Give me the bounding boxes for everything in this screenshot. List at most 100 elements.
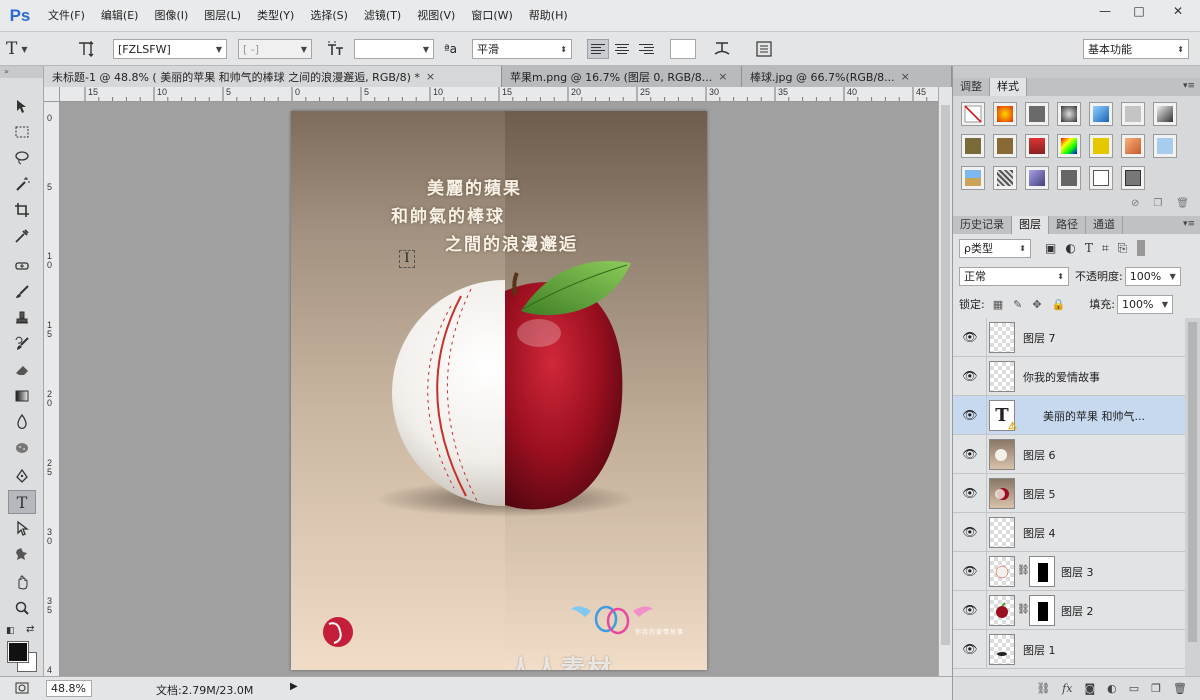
sponge-tool-icon[interactable] bbox=[8, 436, 36, 460]
document-canvas[interactable]: 美麗的蘋果 和帥氣的棒球 之間的浪漫邂逅 I 你我的爱情故事 人人素材 bbox=[291, 111, 707, 670]
tab-apple[interactable]: 苹果m.png @ 16.7% (图层 0, RGB/8... × bbox=[502, 66, 742, 87]
style-swatch[interactable] bbox=[1025, 134, 1049, 158]
zoom-tool-icon[interactable] bbox=[8, 596, 36, 620]
opacity-field[interactable]: 100% ▼ bbox=[1124, 266, 1181, 286]
panel-menu-icon[interactable]: ▾≡ bbox=[1183, 81, 1195, 91]
layer-row[interactable]: 👁 ⛓ 图层 3 bbox=[953, 552, 1185, 591]
maximize-button[interactable]: □ bbox=[1122, 0, 1156, 22]
menu-help[interactable]: 帮助(H) bbox=[521, 0, 576, 32]
tab-paths[interactable]: 路径 bbox=[1049, 216, 1086, 234]
style-swatch[interactable] bbox=[1057, 134, 1081, 158]
adjustment-layer-icon[interactable]: ◐ bbox=[1107, 682, 1117, 695]
poster-title-line-1[interactable]: 美麗的蘋果 bbox=[427, 174, 522, 199]
lock-image-icon[interactable]: ✎ bbox=[1013, 298, 1022, 311]
mask-link-icon[interactable]: ⛓ bbox=[1017, 565, 1030, 576]
menu-view[interactable]: 视图(V) bbox=[409, 0, 463, 32]
clone-stamp-tool-icon[interactable] bbox=[8, 306, 36, 330]
font-size-field[interactable]: ▼ bbox=[354, 39, 434, 59]
ruler-origin[interactable] bbox=[44, 87, 60, 102]
mask-link-icon[interactable]: ⛓ bbox=[1017, 604, 1030, 615]
menu-filter[interactable]: 滤镜(T) bbox=[356, 0, 409, 32]
font-family-select[interactable]: [FZLSFW] ▼ bbox=[113, 39, 227, 59]
custom-shape-tool-icon[interactable] bbox=[8, 542, 36, 566]
character-panel-icon[interactable] bbox=[754, 39, 774, 59]
add-mask-icon[interactable]: ◙ bbox=[1084, 682, 1095, 695]
layer-mask-thumbnail[interactable] bbox=[1029, 595, 1055, 626]
filter-type-icon[interactable]: T bbox=[1085, 241, 1093, 256]
horizontal-ruler[interactable]: 15 10 5 0 5 10 15 20 25 30 35 40 45 bbox=[60, 87, 938, 102]
new-group-icon[interactable]: ▭ bbox=[1129, 682, 1139, 695]
tab-history[interactable]: 历史记录 bbox=[953, 216, 1012, 234]
vertical-ruler[interactable]: 0 5 10 15 20 25 30 35 4 bbox=[44, 102, 60, 676]
visibility-eye-icon[interactable]: 👁 bbox=[953, 564, 987, 578]
filter-smart-object-icon[interactable]: ⎘ bbox=[1118, 241, 1128, 256]
visibility-eye-icon[interactable]: 👁 bbox=[953, 330, 987, 344]
poster-title-line-3[interactable]: 之間的浪漫邂逅 bbox=[445, 230, 578, 255]
blend-mode-select[interactable]: 正常 ⬍ bbox=[959, 266, 1069, 286]
fill-field[interactable]: 100% ▼ bbox=[1116, 294, 1173, 314]
scrollbar-thumb[interactable] bbox=[941, 105, 950, 645]
menu-type[interactable]: 类型(Y) bbox=[249, 0, 302, 32]
layer-style-fx-icon[interactable]: fx bbox=[1062, 682, 1072, 695]
lock-position-icon[interactable]: ✥ bbox=[1032, 298, 1041, 311]
warp-text-icon[interactable] bbox=[712, 39, 732, 59]
layer-name[interactable]: 你我的爱情故事 bbox=[1023, 369, 1100, 385]
pen-tool-icon[interactable] bbox=[8, 464, 36, 488]
layer-mask-thumbnail[interactable] bbox=[1029, 556, 1055, 587]
tab-adjustments[interactable]: 调整 bbox=[953, 78, 990, 96]
style-swatch[interactable] bbox=[961, 134, 985, 158]
close-icon[interactable]: × bbox=[426, 70, 435, 83]
layer-row[interactable]: 👁 图层 7 bbox=[953, 318, 1185, 357]
workspace-select[interactable]: 基本功能 ⬍ bbox=[1083, 39, 1189, 59]
style-swatch[interactable] bbox=[1025, 166, 1049, 190]
status-navigator-icon[interactable] bbox=[14, 680, 30, 699]
minimize-button[interactable]: — bbox=[1088, 0, 1122, 22]
visibility-eye-icon[interactable]: 👁 bbox=[953, 603, 987, 617]
delete-style-icon[interactable]: 🗑 bbox=[1176, 198, 1189, 214]
lock-transparent-icon[interactable]: ▦ bbox=[993, 298, 1003, 311]
tab-layers[interactable]: 图层 bbox=[1012, 216, 1049, 234]
style-swatch[interactable] bbox=[993, 102, 1017, 126]
panel-menu-icon[interactable]: ▾≡ bbox=[1183, 219, 1195, 229]
layer-row[interactable]: 👁 你我的爱情故事 bbox=[953, 357, 1185, 396]
style-none-swatch[interactable] bbox=[961, 102, 985, 126]
font-style-select[interactable]: [ -] ▼ bbox=[238, 39, 312, 59]
layer-row[interactable]: 👁 图层 5 bbox=[953, 474, 1185, 513]
menu-image[interactable]: 图像(I) bbox=[146, 0, 196, 32]
align-left-button[interactable] bbox=[587, 39, 609, 59]
gradient-tool-icon[interactable] bbox=[8, 384, 36, 408]
style-swatch[interactable] bbox=[993, 166, 1017, 190]
filter-adjustment-icon[interactable]: ◐ bbox=[1065, 241, 1075, 256]
swap-colors-icon[interactable]: ⇄ bbox=[26, 624, 34, 635]
tool-preset-picker[interactable]: T ▼ bbox=[6, 39, 28, 59]
tab-styles[interactable]: 样式 bbox=[990, 78, 1027, 96]
filter-shape-icon[interactable]: ⌗ bbox=[1102, 241, 1109, 256]
path-selection-tool-icon[interactable] bbox=[8, 516, 36, 540]
visibility-eye-icon[interactable]: 👁 bbox=[953, 408, 987, 422]
menu-edit[interactable]: 编辑(E) bbox=[93, 0, 147, 32]
tab-channels[interactable]: 通道 bbox=[1086, 216, 1123, 234]
visibility-eye-icon[interactable]: 👁 bbox=[953, 447, 987, 461]
layer-row[interactable]: 👁 图层 1 bbox=[953, 630, 1185, 669]
menu-window[interactable]: 窗口(W) bbox=[463, 0, 520, 32]
foreground-color-swatch[interactable] bbox=[7, 641, 29, 663]
filter-toggle[interactable] bbox=[1137, 240, 1146, 256]
layer-name[interactable]: 图层 5 bbox=[1023, 486, 1056, 502]
close-button[interactable]: ✕ bbox=[1156, 0, 1200, 22]
new-layer-icon[interactable]: ❐ bbox=[1151, 682, 1161, 695]
style-swatch[interactable] bbox=[1089, 166, 1113, 190]
style-swatch[interactable] bbox=[1121, 134, 1145, 158]
new-style-icon[interactable]: ❐ bbox=[1153, 198, 1162, 214]
close-icon[interactable]: × bbox=[718, 70, 727, 83]
style-swatch[interactable] bbox=[1057, 102, 1081, 126]
marquee-tool-icon[interactable] bbox=[8, 120, 36, 144]
magic-wand-tool-icon[interactable] bbox=[8, 172, 36, 196]
lock-all-icon[interactable]: 🔒 bbox=[1052, 298, 1066, 311]
history-brush-tool-icon[interactable] bbox=[8, 332, 36, 356]
panel-grip-icon[interactable]: » bbox=[0, 66, 43, 78]
text-orientation-toggle-icon[interactable] bbox=[76, 39, 96, 59]
style-swatch[interactable] bbox=[1025, 102, 1049, 126]
text-color-swatch[interactable] bbox=[670, 39, 696, 59]
style-swatch[interactable] bbox=[1057, 166, 1081, 190]
style-swatch[interactable] bbox=[1153, 134, 1177, 158]
